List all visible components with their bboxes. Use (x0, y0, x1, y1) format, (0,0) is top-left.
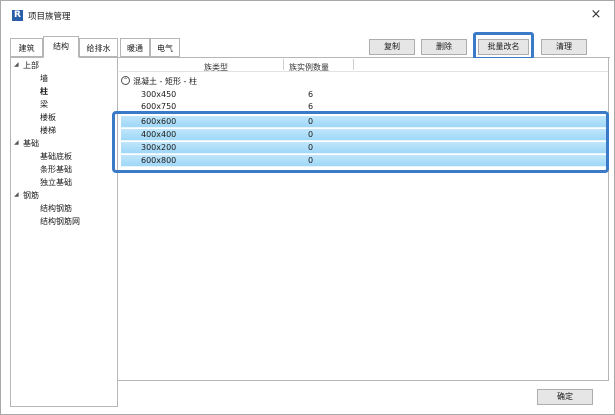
cell-instance-count: 6 (308, 90, 314, 99)
tree-item-strip-foundation[interactable]: 条形基础 (40, 164, 72, 175)
tree-item-isolated-foundation[interactable]: 独立基础 (40, 177, 72, 188)
window-title: 项目族管理 (28, 12, 71, 22)
selection-highlight-frame (112, 111, 609, 173)
copy-button[interactable]: 复制 (369, 39, 415, 55)
collapse-group-icon[interactable]: ⌃ (121, 76, 130, 85)
tree-item-stair[interactable]: 楼梯 (40, 125, 56, 136)
column-separator[interactable] (353, 59, 354, 70)
cell-family-type: 300x450 (141, 90, 177, 99)
column-separator[interactable] (283, 59, 284, 70)
tree-item-foundation[interactable]: 基础 (23, 138, 39, 149)
tab-structure[interactable]: 结构 (43, 36, 79, 58)
tree-item-beam[interactable]: 梁 (40, 99, 48, 110)
cell-instance-count: 6 (308, 102, 314, 111)
header-divider (119, 71, 608, 72)
category-tree (10, 58, 118, 407)
revit-app-icon: R (12, 10, 23, 21)
tree-item-structural-rebar[interactable]: 结构钢筋 (40, 203, 72, 214)
expand-arrow-icon[interactable]: ◢ (14, 61, 19, 68)
delete-button[interactable]: 删除 (421, 39, 467, 55)
group-label: 混凝土 - 矩形 - 柱 (133, 77, 197, 86)
close-icon[interactable]: × (587, 6, 605, 24)
tree-item-foundation-slab[interactable]: 基础底板 (40, 151, 72, 162)
project-family-manager-window: R 项目族管理 × 建筑 结构 给排水 暖通 电气 复制 删除 批量改名 清理 … (0, 0, 615, 415)
tree-item-structural-rebar-mesh[interactable]: 结构钢筋网 (40, 216, 80, 227)
title-bar: R 项目族管理 × (1, 1, 614, 29)
ok-button[interactable]: 确定 (537, 389, 593, 405)
tree-item-column[interactable]: 柱 (40, 86, 48, 97)
tab-electrical[interactable]: 电气 (150, 38, 180, 57)
tab-architecture[interactable]: 建筑 (10, 38, 43, 57)
tree-item-slab[interactable]: 楼板 (40, 112, 56, 123)
cell-family-type: 600x750 (141, 102, 177, 111)
tab-plumbing[interactable]: 给排水 (79, 38, 118, 57)
expand-arrow-icon[interactable]: ◢ (14, 139, 19, 146)
tree-item-upper[interactable]: 上部 (23, 60, 39, 71)
tab-hvac[interactable]: 暖通 (120, 38, 150, 57)
clean-button[interactable]: 清理 (541, 39, 587, 55)
tree-item-wall[interactable]: 墙 (40, 73, 48, 84)
tree-item-rebar[interactable]: 钢筋 (23, 190, 39, 201)
table-row[interactable]: 300x450 6 (121, 89, 607, 101)
expand-arrow-icon[interactable]: ◢ (14, 191, 19, 198)
batch-rename-highlight (473, 32, 534, 60)
